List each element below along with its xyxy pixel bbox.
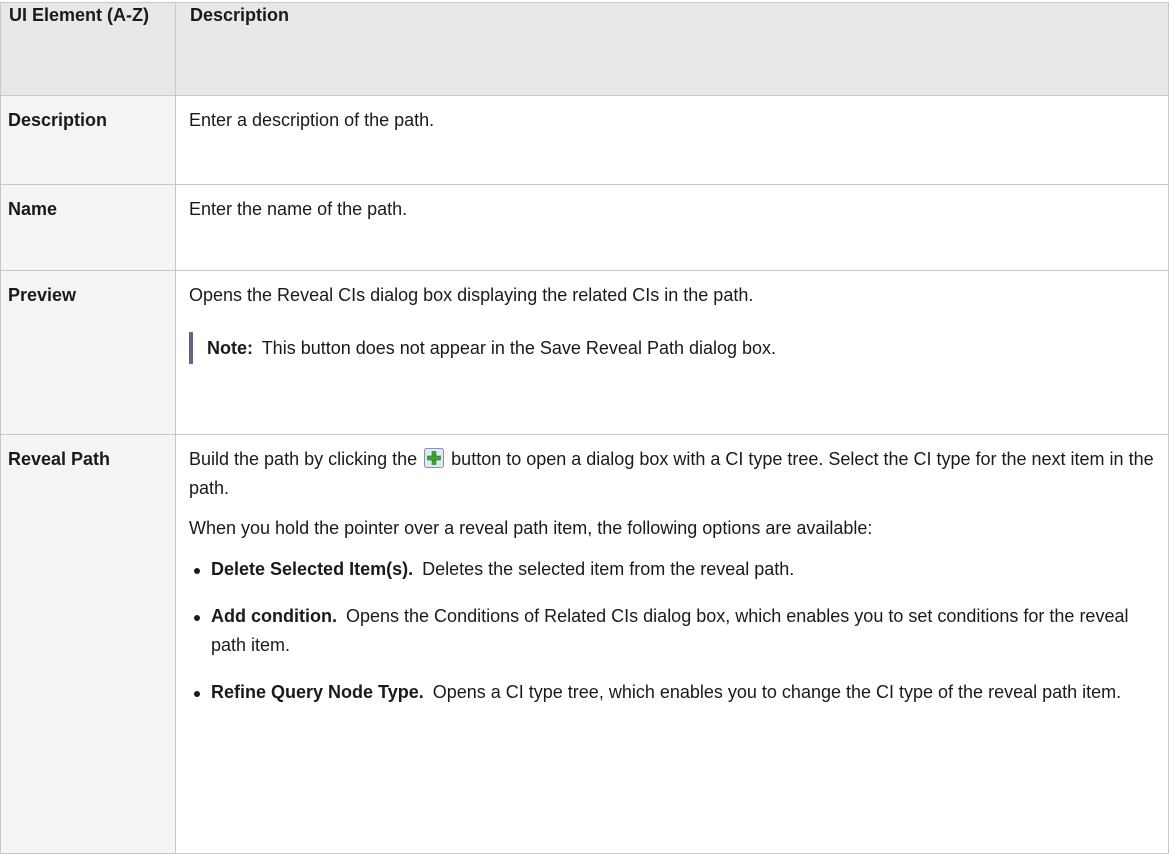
- table-row: Preview Opens the Reveal CIs dialog box …: [0, 270, 1169, 435]
- row-label-reveal-path: Reveal Path: [0, 434, 176, 854]
- options-list: Delete Selected Item(s). Deletes the sel…: [189, 555, 1156, 707]
- row-label-description: Description: [0, 95, 176, 185]
- row-text-description: Enter a description of the path.: [175, 95, 1169, 185]
- reveal-path-build-text: Build the path by clicking the button to…: [189, 445, 1156, 503]
- note-text: This button does not appear in the Save …: [261, 338, 777, 358]
- header-description: Description: [175, 2, 1169, 96]
- option-text: Opens the Conditions of Related CIs dial…: [211, 606, 1129, 655]
- preview-text: Opens the Reveal CIs dialog box displayi…: [189, 285, 754, 305]
- note-label: Note:: [207, 338, 253, 358]
- option-title: Add condition.: [211, 606, 337, 626]
- name-text: Enter the name of the path.: [189, 199, 408, 219]
- build-text-before: Build the path by clicking the: [189, 449, 418, 469]
- list-item: Delete Selected Item(s). Deletes the sel…: [189, 555, 1156, 584]
- table-row: Name Enter the name of the path.: [0, 184, 1169, 271]
- option-text: Deletes the selected item from the revea…: [422, 559, 795, 579]
- row-label-name: Name: [0, 184, 176, 271]
- ui-element-table: UI Element (A-Z) Description Description…: [0, 2, 1169, 854]
- row-text-reveal-path: Build the path by clicking the button to…: [175, 434, 1169, 854]
- note-callout: Note: This button does not appear in the…: [189, 332, 1156, 364]
- option-title: Delete Selected Item(s).: [211, 559, 414, 579]
- option-title: Refine Query Node Type.: [211, 682, 424, 702]
- hover-text: When you hold the pointer over a reveal …: [189, 518, 873, 538]
- row-label-preview: Preview: [0, 270, 176, 435]
- add-plus-icon: [424, 448, 445, 468]
- list-item: Add condition. Opens the Conditions of R…: [189, 602, 1156, 660]
- table-row: Description Enter a description of the p…: [0, 95, 1169, 185]
- list-item: Refine Query Node Type. Opens a CI type …: [189, 678, 1156, 707]
- table-header-row: UI Element (A-Z) Description: [0, 2, 1169, 96]
- table-row: Reveal Path Build the path by clicking t…: [0, 434, 1169, 854]
- option-text: Opens a CI type tree, which enables you …: [432, 682, 1122, 702]
- row-text-preview: Opens the Reveal CIs dialog box displayi…: [175, 270, 1169, 435]
- description-text: Enter a description of the path.: [189, 110, 435, 130]
- header-ui-element: UI Element (A-Z): [0, 2, 176, 96]
- row-text-name: Enter the name of the path.: [175, 184, 1169, 271]
